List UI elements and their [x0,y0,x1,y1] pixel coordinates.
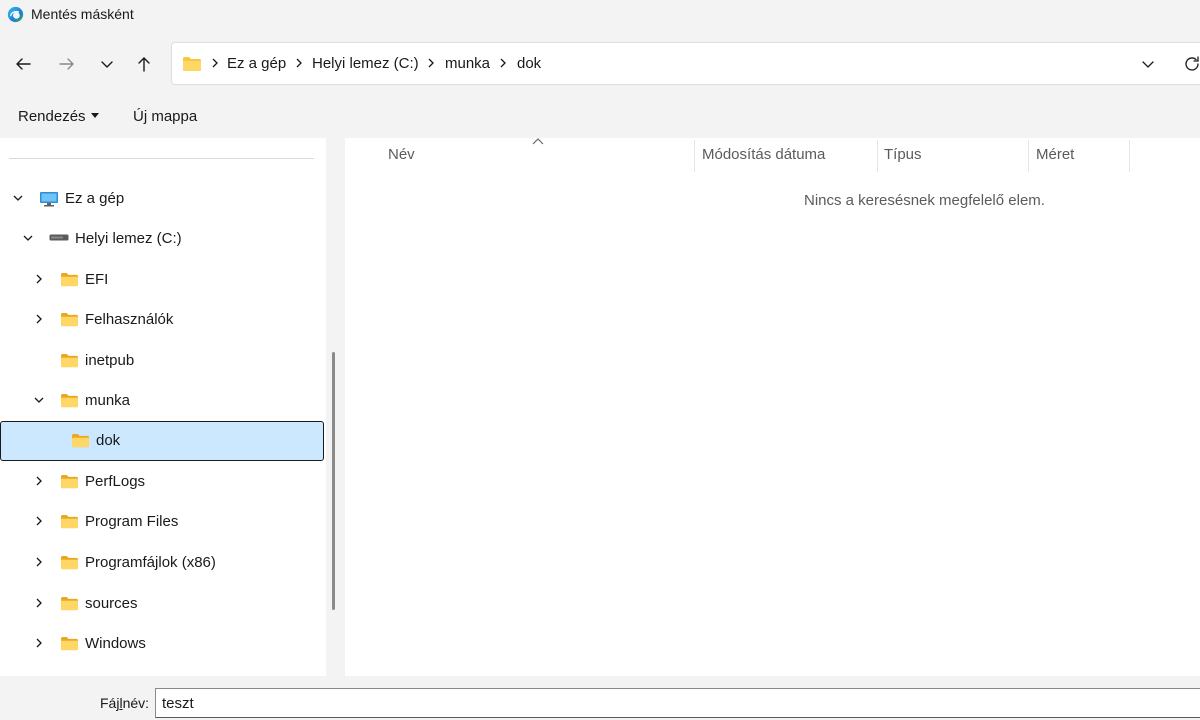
folder-icon [61,312,78,327]
new-folder-button[interactable]: Új mappa [133,108,197,125]
organize-label: Rendezés [18,108,86,125]
folder-icon [61,636,78,651]
chevron-down-icon[interactable] [33,394,45,406]
window-title: Mentés másként [31,6,134,22]
tree-item-felhasznalok[interactable]: Felhasználók [0,300,324,340]
folder-icon [61,474,78,489]
navigation-bar: Ez a gép Helyi lemez (C:) munka dok [0,30,1200,98]
back-button[interactable] [9,50,37,78]
folder-icon [61,272,78,287]
filename-label-part: Fáj [100,695,120,711]
organize-button[interactable]: Rendezés [18,108,99,125]
tree-item-efi[interactable]: EFI [0,260,324,300]
chevron-right-icon[interactable] [33,475,45,487]
tree-item-this-pc[interactable]: Ez a gép [0,179,324,219]
folder-icon [61,514,78,529]
tree-label: Felhasználók [85,311,174,328]
tree-label: EFI [85,271,109,288]
folder-icon [61,555,78,570]
folder-icon [61,596,78,611]
folder-icon [61,353,78,368]
filename-bar: Fájlnév: [0,676,1200,720]
drive-icon [49,234,69,241]
column-header-size[interactable]: Méret [1036,146,1074,163]
chevron-right-icon [500,58,506,68]
chevron-right-icon [296,58,302,68]
empty-state-message: Nincs a keresésnek megfelelő elem. [804,192,1045,209]
navigation-pane: Ez a gép Helyi lemez (C:) EFI Felhasznál… [0,138,326,676]
tree-item-perflogs[interactable]: PerfLogs [0,462,324,502]
tree-label: Ez a gép [65,190,125,207]
chevron-right-icon[interactable] [33,556,45,568]
chevron-right-icon[interactable] [33,597,45,609]
tree-item-munka[interactable]: munka [0,381,324,421]
command-bar: Rendezés Új mappa [0,98,1200,138]
column-divider[interactable] [694,140,695,172]
sort-ascending-icon [532,138,544,145]
column-divider[interactable] [1028,140,1029,172]
chevron-right-icon[interactable] [33,637,45,649]
column-divider[interactable] [877,140,878,172]
address-bar[interactable]: Ez a gép Helyi lemez (C:) munka dok [171,42,1200,85]
chevron-down-icon[interactable] [1140,56,1156,72]
tree-label: munka [85,392,131,409]
refresh-icon[interactable] [1182,54,1200,74]
title-bar: Mentés másként [0,0,1200,30]
caret-down-icon [90,112,99,118]
tree-label: Program Files [85,513,179,530]
tree-item-sources[interactable]: sources [0,584,324,624]
breadcrumb-dok[interactable]: dok [517,55,541,72]
computer-icon [40,192,58,207]
divider [9,158,314,159]
breadcrumb-this-pc[interactable]: Ez a gép [227,55,286,72]
sidebar-scrollbar[interactable] [326,138,345,676]
arrow-right-icon [59,58,74,70]
tree-item-program-files-x86[interactable]: Programfájlok (x86) [0,543,324,583]
column-header-date-modified[interactable]: Módosítás dátuma [702,146,825,163]
edge-browser-icon [7,6,24,23]
chevron-down-icon[interactable] [12,192,24,204]
tree-item-inetpub[interactable]: inetpub [0,341,324,381]
column-header-name[interactable]: Név [388,146,415,163]
folder-icon [183,57,201,71]
folder-icon [72,433,89,448]
tree-item-local-disk[interactable]: Helyi lemez (C:) [0,219,324,259]
breadcrumb-local-disk[interactable]: Helyi lemez (C:) [312,55,419,72]
sidebar-scrollbar-thumb[interactable] [332,352,335,610]
file-list: Név Módosítás dátuma Típus Méret Nincs a… [345,138,1200,676]
tree-label: Windows [85,635,146,652]
tree-label: Helyi lemez (C:) [75,230,182,247]
column-divider[interactable] [1129,140,1130,172]
chevron-right-icon [428,58,434,68]
tree-label: PerfLogs [85,473,146,490]
column-header-type[interactable]: Típus [884,146,922,163]
chevron-right-icon[interactable] [33,273,45,285]
tree-label: Programfájlok (x86) [85,554,216,571]
chevron-right-icon[interactable] [33,313,45,325]
arrow-up-icon [138,57,150,72]
tree-label: sources [85,595,138,612]
arrow-left-icon [16,58,31,70]
chevron-right-icon [212,58,218,68]
filename-input[interactable] [155,688,1200,718]
tree-item-dok[interactable]: dok [0,421,324,461]
up-button[interactable] [130,50,158,78]
tree-item-program-files[interactable]: Program Files [0,502,324,542]
filename-label-part: név: [122,695,150,711]
chevron-right-icon[interactable] [33,515,45,527]
folder-icon [61,393,78,408]
tree-label: dok [96,432,121,449]
breadcrumb-munka[interactable]: munka [445,55,490,72]
tree-item-windows[interactable]: Windows [0,624,324,664]
filename-label: Fájlnév: [100,695,149,711]
recent-locations-button[interactable] [93,50,121,78]
chevron-down-icon [101,61,113,68]
tree-label: inetpub [85,352,135,369]
forward-button[interactable] [53,50,81,78]
chevron-down-icon[interactable] [22,232,34,244]
